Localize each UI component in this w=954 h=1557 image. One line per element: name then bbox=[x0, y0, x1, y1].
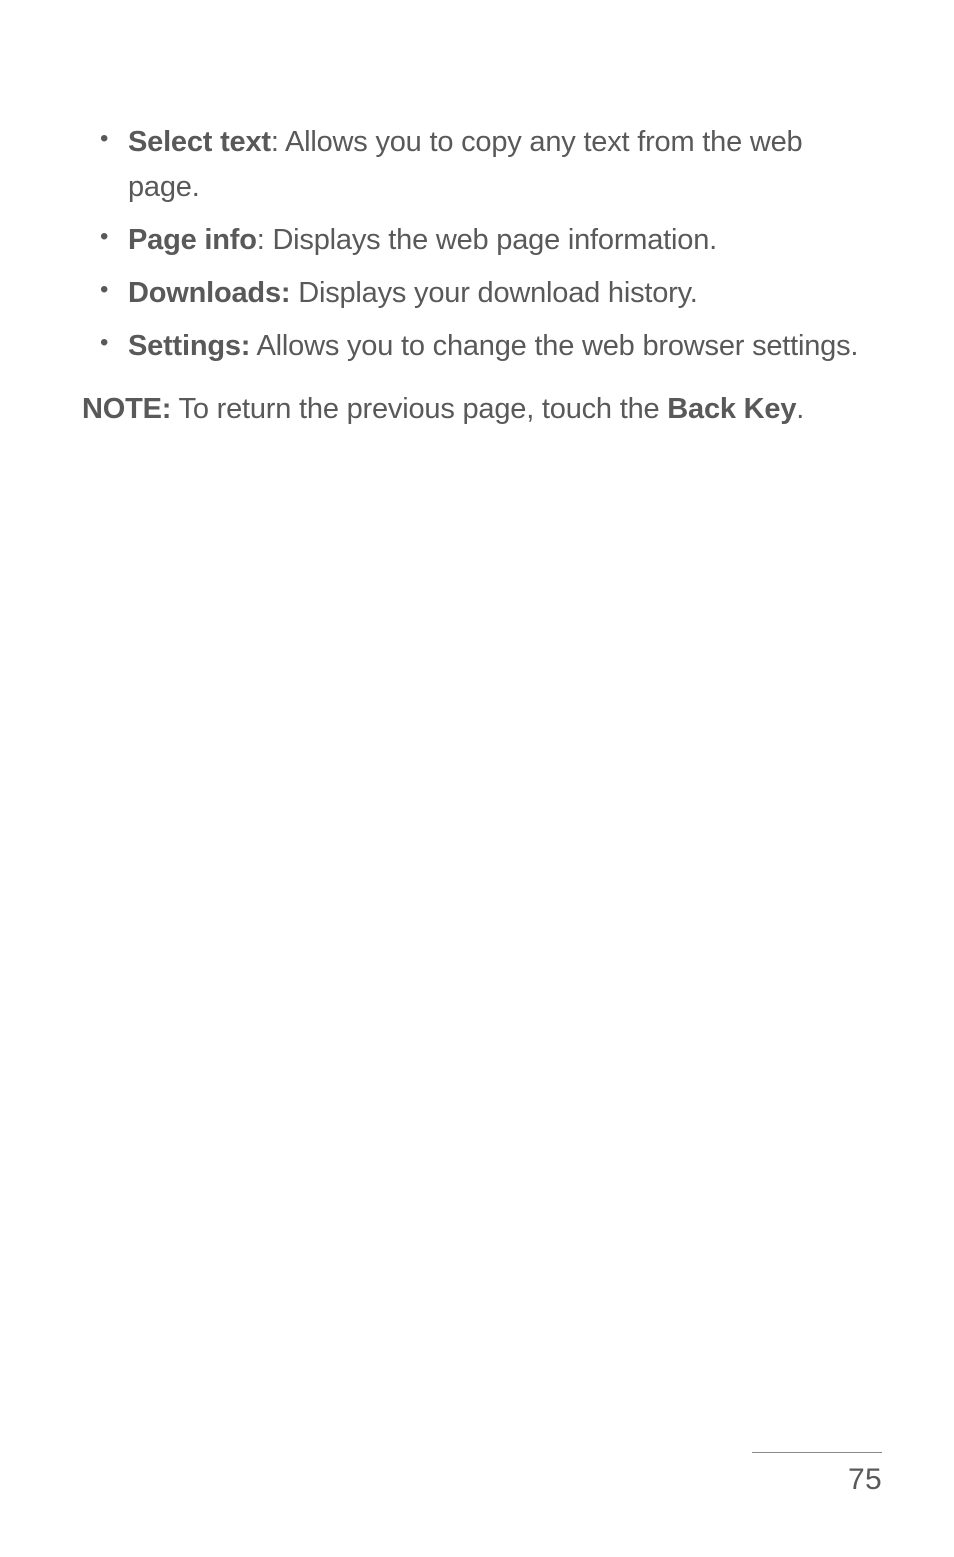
list-term: Page info bbox=[128, 224, 257, 256]
list-desc: Allows you to change the web browser set… bbox=[257, 330, 859, 362]
page-number: 75 bbox=[752, 1463, 882, 1497]
list-item: Page info: Displays the web page informa… bbox=[100, 218, 872, 263]
note-text-before: To return the previous page, touch the bbox=[171, 393, 667, 425]
page-rule bbox=[752, 1452, 882, 1453]
bullet-list: Select text: Allows you to copy any text… bbox=[82, 120, 872, 369]
note-label: NOTE: bbox=[82, 393, 171, 425]
list-item: Select text: Allows you to copy any text… bbox=[100, 120, 872, 210]
list-item: Settings: Allows you to change the web b… bbox=[100, 324, 872, 369]
list-sep: : bbox=[271, 126, 285, 158]
list-desc: Displays the web page information. bbox=[272, 224, 717, 256]
note-paragraph: NOTE: To return the previous page, touch… bbox=[82, 387, 872, 432]
list-desc: Displays your download history. bbox=[298, 277, 697, 309]
list-term: Select text bbox=[128, 126, 271, 158]
list-sep: : bbox=[257, 224, 273, 256]
page-footer: 75 bbox=[752, 1452, 882, 1497]
note-text-after: . bbox=[796, 393, 804, 425]
list-item: Downloads: Displays your download histor… bbox=[100, 271, 872, 316]
note-key: Back Key bbox=[667, 393, 796, 425]
list-term: Downloads: bbox=[128, 277, 290, 309]
list-term: Settings: bbox=[128, 330, 250, 362]
